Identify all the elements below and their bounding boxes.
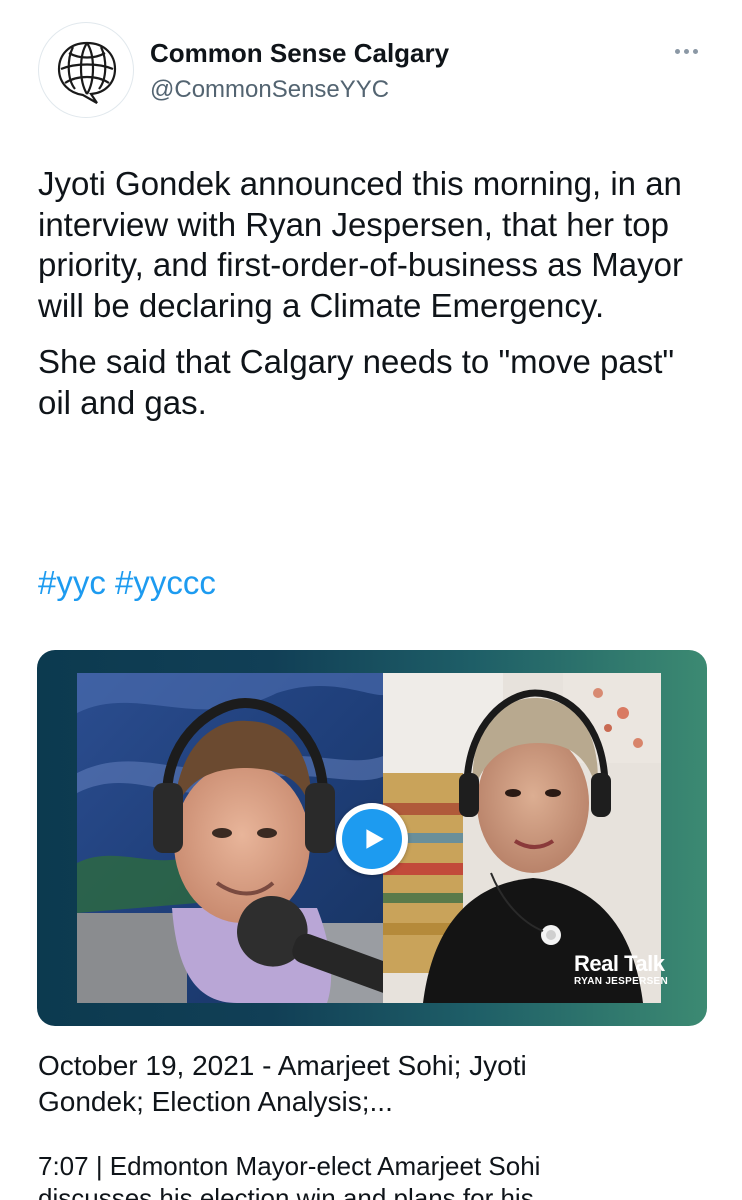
card-title-line: October 19, 2021 - Amarjeet Sohi; Jyoti <box>38 1050 527 1081</box>
more-options-icon <box>683 48 689 54</box>
more-options-icon <box>674 48 680 54</box>
video-card[interactable]: Real Talk RYAN JESPERSEN <box>37 650 707 1026</box>
card-title[interactable]: October 19, 2021 - Amarjeet Sohi; Jyoti … <box>38 1048 708 1120</box>
play-button-inner <box>342 809 402 869</box>
more-options-icon <box>692 48 698 54</box>
author-display-name[interactable]: Common Sense Calgary <box>150 38 449 69</box>
more-options-button[interactable] <box>666 36 706 66</box>
card-description-line: discusses his election win and plans for… <box>38 1183 534 1200</box>
tweet-paragraph: Jyoti Gondek announced this morning, in … <box>38 165 683 324</box>
play-button[interactable] <box>336 803 408 875</box>
card-title-line: Gondek; Election Analysis;... <box>38 1086 393 1117</box>
hashtag-link[interactable]: #yyc <box>38 564 106 601</box>
brand-title: Real Talk <box>574 951 665 976</box>
avatar[interactable] <box>38 22 134 118</box>
card-description-line: 7:07 | Edmonton Mayor-elect Amarjeet Soh… <box>38 1151 541 1181</box>
tweet-paragraph: She said that Calgary needs to "move pas… <box>38 343 675 421</box>
card-description: 7:07 | Edmonton Mayor-elect Amarjeet Soh… <box>38 1150 708 1200</box>
video-brand: Real Talk RYAN JESPERSEN <box>574 952 668 988</box>
speech-bubble-web-logo-icon <box>57 41 117 104</box>
play-icon <box>366 829 384 849</box>
tweet: Common Sense Calgary @CommonSenseYYC Jyo… <box>0 0 742 1200</box>
tweet-header: Common Sense Calgary @CommonSenseYYC <box>38 22 706 122</box>
hashtags: #yyc #yyccc <box>38 563 216 603</box>
brand-subtitle: RYAN JESPERSEN <box>574 976 669 987</box>
author-handle[interactable]: @CommonSenseYYC <box>150 76 389 104</box>
tweet-text: Jyoti Gondek announced this morning, in … <box>38 164 708 423</box>
hashtag-link[interactable]: #yyccc <box>115 564 216 601</box>
